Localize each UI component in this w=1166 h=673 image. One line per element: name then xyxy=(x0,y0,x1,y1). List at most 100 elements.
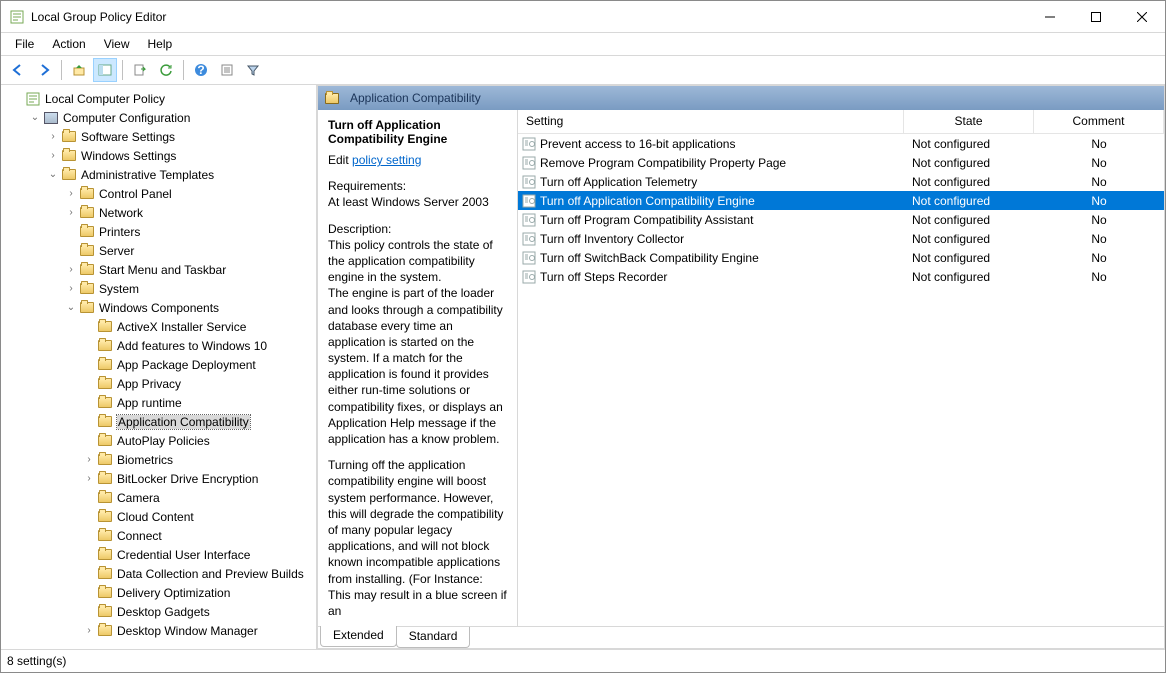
tree-item-label: ActiveX Installer Service xyxy=(117,320,246,334)
folder-icon xyxy=(97,528,113,544)
tab-extended[interactable]: Extended xyxy=(320,626,397,647)
list-header[interactable]: Setting State Comment xyxy=(518,110,1164,134)
tree-item[interactable]: Server xyxy=(1,241,316,260)
tree-item-label: Delivery Optimization xyxy=(117,586,230,600)
tree-item[interactable]: Printers xyxy=(1,222,316,241)
filter-button[interactable] xyxy=(241,58,265,82)
tree-item-label: Computer Configuration xyxy=(63,111,190,125)
chevron-right-icon[interactable]: › xyxy=(45,151,61,161)
tree-item[interactable]: App runtime xyxy=(1,393,316,412)
list-row[interactable]: Turn off SwitchBack Compatibility Engine… xyxy=(518,248,1164,267)
maximize-button[interactable] xyxy=(1073,1,1119,32)
list-row[interactable]: Turn off Inventory CollectorNot configur… xyxy=(518,229,1164,248)
list-row[interactable]: Prevent access to 16-bit applicationsNot… xyxy=(518,134,1164,153)
menu-action[interactable]: Action xyxy=(44,35,93,53)
list-row[interactable]: Turn off Program Compatibility Assistant… xyxy=(518,210,1164,229)
tree-item-label: Software Settings xyxy=(81,130,175,144)
chevron-right-icon[interactable]: › xyxy=(45,132,61,142)
tree-item[interactable]: ›Control Panel xyxy=(1,184,316,203)
tree-item[interactable]: Application Compatibility xyxy=(1,412,316,431)
column-state[interactable]: State xyxy=(904,110,1034,133)
tree-item-label: Administrative Templates xyxy=(81,168,214,182)
export-button[interactable] xyxy=(128,58,152,82)
tab-standard[interactable]: Standard xyxy=(396,627,471,648)
list-row[interactable]: Turn off Application Compatibility Engin… xyxy=(518,191,1164,210)
tree-item[interactable]: Credential User Interface xyxy=(1,545,316,564)
chevron-right-icon[interactable]: › xyxy=(81,455,97,465)
chevron-right-icon[interactable]: › xyxy=(81,474,97,484)
forward-button[interactable] xyxy=(32,58,56,82)
tree-item[interactable]: ⌄ Computer Configuration xyxy=(1,108,316,127)
folder-icon xyxy=(97,452,113,468)
minimize-button[interactable] xyxy=(1027,1,1073,32)
tree-item[interactable]: ⌄ Administrative Templates xyxy=(1,165,316,184)
edit-policy-link[interactable]: policy setting xyxy=(352,153,421,167)
chevron-right-icon[interactable]: › xyxy=(81,626,97,636)
menu-view[interactable]: View xyxy=(96,35,138,53)
tree-item[interactable]: ›Start Menu and Taskbar xyxy=(1,260,316,279)
tree-item[interactable]: App Privacy xyxy=(1,374,316,393)
chevron-down-icon[interactable]: ⌄ xyxy=(27,113,43,123)
tree-pane[interactable]: Local Computer Policy ⌄ Computer Configura… xyxy=(1,85,317,649)
properties-button[interactable] xyxy=(215,58,239,82)
setting-state: Not configured xyxy=(904,156,1034,170)
chevron-down-icon[interactable]: ⌄ xyxy=(45,170,61,180)
tree-item[interactable]: Delivery Optimization xyxy=(1,583,316,602)
up-button[interactable] xyxy=(67,58,91,82)
back-button[interactable] xyxy=(6,58,30,82)
list-row[interactable]: Turn off Application TelemetryNot config… xyxy=(518,172,1164,191)
tree-item[interactable]: Cloud Content xyxy=(1,507,316,526)
close-button[interactable] xyxy=(1119,1,1165,32)
help-button[interactable]: ? xyxy=(189,58,213,82)
refresh-button[interactable] xyxy=(154,58,178,82)
tree-item[interactable]: Camera xyxy=(1,488,316,507)
setting-name: Remove Program Compatibility Property Pa… xyxy=(540,156,786,170)
menu-help[interactable]: Help xyxy=(140,35,181,53)
tree-item[interactable]: Local Computer Policy xyxy=(1,89,316,108)
tree-item[interactable]: App Package Deployment xyxy=(1,355,316,374)
tree-item-label: Desktop Gadgets xyxy=(117,605,210,619)
menu-file[interactable]: File xyxy=(7,35,42,53)
column-comment[interactable]: Comment xyxy=(1034,110,1164,133)
folder-icon xyxy=(97,547,113,563)
setting-state: Not configured xyxy=(904,251,1034,265)
tree-item[interactable]: AutoPlay Policies xyxy=(1,431,316,450)
folder-icon xyxy=(97,376,113,392)
tree-item[interactable]: Data Collection and Preview Builds xyxy=(1,564,316,583)
description-panel: Turn off Application Compatibility Engin… xyxy=(318,110,518,626)
chevron-right-icon[interactable]: › xyxy=(63,189,79,199)
show-hide-tree-button[interactable] xyxy=(93,58,117,82)
chevron-right-icon[interactable]: › xyxy=(63,265,79,275)
tree-item[interactable]: ActiveX Installer Service xyxy=(1,317,316,336)
tree-item-label: BitLocker Drive Encryption xyxy=(117,472,258,486)
tree-item[interactable]: Desktop Gadgets xyxy=(1,602,316,621)
tree-item[interactable]: Add features to Windows 10 xyxy=(1,336,316,355)
list-rows[interactable]: Prevent access to 16-bit applicationsNot… xyxy=(518,134,1164,626)
setting-comment: No xyxy=(1034,156,1164,170)
tree-item-label: Data Collection and Preview Builds xyxy=(117,567,304,581)
tree-item-label: Server xyxy=(99,244,134,258)
tree-item[interactable]: ›Desktop Window Manager xyxy=(1,621,316,640)
description-scroll[interactable]: Edit policy setting Requirements: At lea… xyxy=(318,152,517,626)
tree-item[interactable]: › BitLocker Drive Encryption xyxy=(1,469,316,488)
tree-item[interactable]: › Software Settings xyxy=(1,127,316,146)
policy-setting-icon xyxy=(522,194,536,208)
chevron-right-icon[interactable]: › xyxy=(63,284,79,294)
tree-item[interactable]: ›Windows Settings xyxy=(1,146,316,165)
chevron-right-icon[interactable]: › xyxy=(63,208,79,218)
edit-label: Edit xyxy=(328,153,349,167)
list-row[interactable]: Turn off Steps RecorderNot configuredNo xyxy=(518,267,1164,286)
tree-item[interactable]: ›Biometrics xyxy=(1,450,316,469)
tree-item[interactable]: Connect xyxy=(1,526,316,545)
setting-state: Not configured xyxy=(904,137,1034,151)
folder-icon xyxy=(79,281,95,297)
column-setting[interactable]: Setting xyxy=(518,110,904,133)
policy-setting-icon xyxy=(522,232,536,246)
list-row[interactable]: Remove Program Compatibility Property Pa… xyxy=(518,153,1164,172)
folder-icon xyxy=(97,338,113,354)
tree-item[interactable]: ›System xyxy=(1,279,316,298)
app-icon xyxy=(9,9,25,25)
tree-item[interactable]: ›Network xyxy=(1,203,316,222)
chevron-down-icon[interactable]: ⌄ xyxy=(63,303,79,313)
tree-item[interactable]: ⌄Windows Components xyxy=(1,298,316,317)
